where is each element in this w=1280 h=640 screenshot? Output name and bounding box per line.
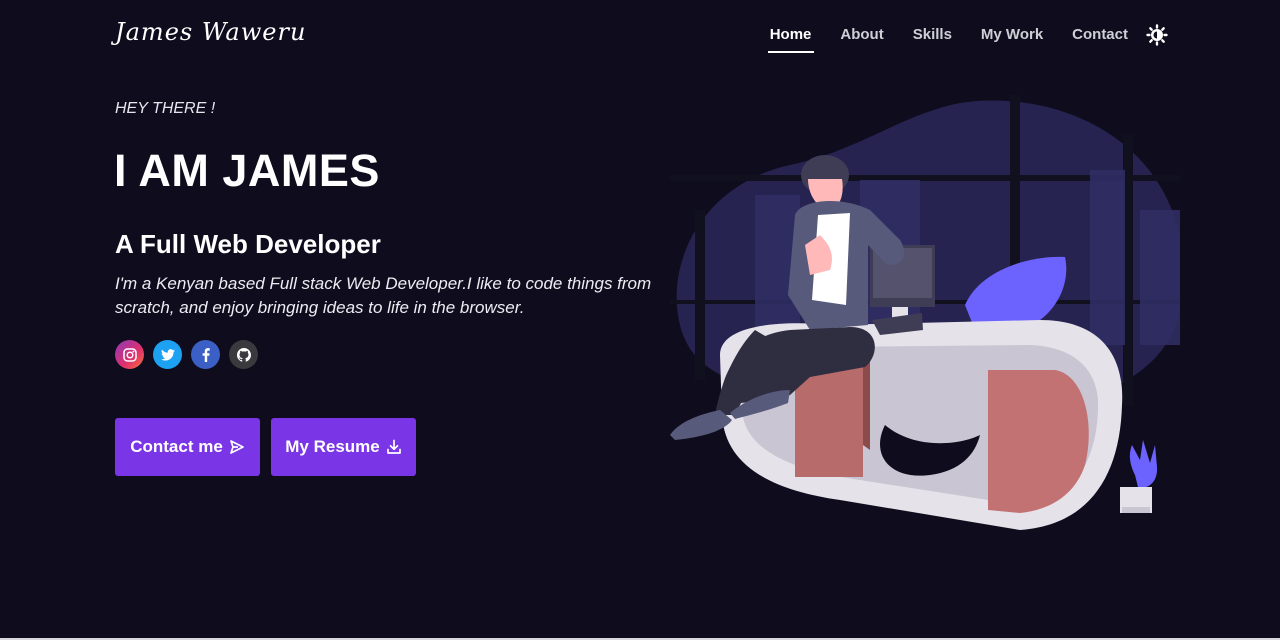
hero-subtitle: A Full Web Developer (115, 229, 381, 259)
facebook-icon (202, 347, 210, 362)
contact-me-label: Contact me (130, 437, 223, 456)
hero-description: I'm a Kenyan based Full stack Web Develo… (115, 274, 652, 317)
send-icon (229, 440, 244, 454)
twitter-link[interactable] (153, 340, 182, 369)
my-resume-button[interactable]: My Resume (271, 418, 416, 476)
my-resume-label: My Resume (285, 437, 380, 456)
site-logo[interactable]: James Waweru (115, 18, 306, 46)
nav-my-work[interactable]: My Work (981, 25, 1043, 45)
nav-skills[interactable]: Skills (913, 25, 952, 45)
instagram-icon (122, 347, 137, 362)
theme-toggle-button[interactable] (1146, 24, 1168, 46)
nav-home[interactable]: Home (767, 25, 815, 53)
contact-me-button[interactable]: Contact me (115, 418, 260, 476)
social-links (115, 340, 267, 369)
twitter-icon (160, 348, 175, 361)
instagram-link[interactable] (115, 340, 144, 369)
nav-about[interactable]: About (840, 25, 883, 45)
nav-contact[interactable]: Contact (1072, 25, 1128, 45)
main-nav: Home About Skills My Work Contact (741, 24, 1168, 53)
download-icon (386, 439, 401, 454)
hero-title: I AM JAMES (114, 145, 380, 196)
sun-icon (1146, 24, 1168, 46)
hero-greeting: HEY THERE ! (115, 100, 216, 117)
github-link[interactable] (229, 340, 258, 369)
developer-desk-illustration (670, 95, 1180, 530)
facebook-link[interactable] (191, 340, 220, 369)
github-icon (236, 347, 251, 362)
